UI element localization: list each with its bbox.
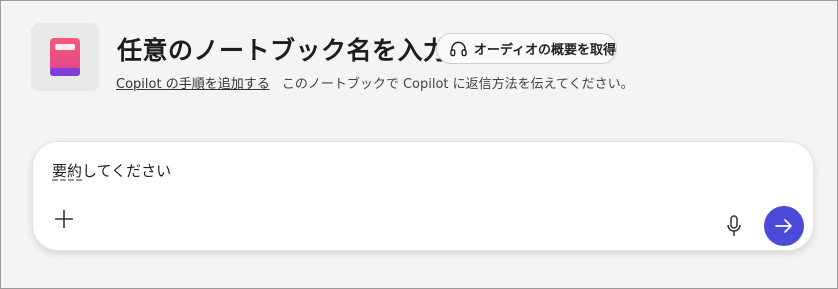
chat-input[interactable]: 要約してください bbox=[52, 160, 171, 181]
headphones-icon bbox=[450, 41, 467, 56]
add-button[interactable] bbox=[51, 206, 77, 232]
notebook-icon bbox=[31, 23, 99, 91]
chat-input-rest: してください bbox=[82, 162, 172, 180]
microphone-icon bbox=[727, 215, 741, 236]
send-button[interactable] bbox=[764, 206, 804, 246]
app-window: 任意のノートブック名を入力 オーディオの概要を取得 Copilot の手順を追加… bbox=[0, 0, 838, 289]
chat-input-underlined: 要約 bbox=[52, 162, 83, 180]
chat-composer: 要約してください bbox=[32, 141, 814, 251]
add-copilot-instructions-link[interactable]: Copilot の手順を追加する bbox=[116, 77, 270, 92]
microphone-button[interactable] bbox=[723, 214, 745, 238]
instructions-line: Copilot の手順を追加する このノートブックで Copilot に返信方法… bbox=[116, 73, 634, 92]
instructions-description: このノートブックで Copilot に返信方法を伝えてください。 bbox=[281, 77, 634, 92]
notebook-title[interactable]: 任意のノートブック名を入力 bbox=[117, 31, 449, 67]
audio-overview-button[interactable]: オーディオの概要を取得 bbox=[436, 33, 617, 64]
audio-overview-label: オーディオの概要を取得 bbox=[473, 43, 616, 58]
plus-icon bbox=[55, 210, 73, 228]
arrow-right-icon bbox=[775, 219, 792, 233]
